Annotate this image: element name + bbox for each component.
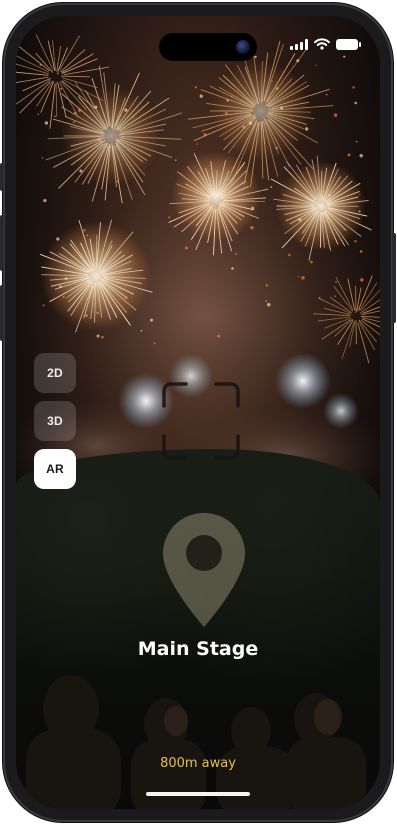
home-indicator[interactable]	[146, 792, 250, 796]
ar-focus-reticle-icon	[162, 382, 240, 460]
crowd-silhouettes	[26, 675, 366, 809]
dynamic-island	[159, 33, 257, 61]
poi-name-label: Main Stage	[137, 638, 259, 660]
wifi-icon	[314, 38, 330, 50]
mode-3d-button[interactable]: 3D	[34, 401, 76, 441]
mode-ar-button[interactable]: AR	[34, 449, 76, 489]
mute-switch	[0, 163, 4, 191]
mode-2d-button[interactable]: 2D	[34, 353, 76, 393]
poi-distance-label: 800m away	[160, 756, 236, 771]
view-mode-toggle: 2D 3D AR	[34, 353, 76, 489]
volume-up-button	[0, 215, 4, 271]
map-pin-icon[interactable]	[161, 511, 247, 629]
camera-lens-icon	[236, 40, 250, 54]
status-bar	[290, 38, 361, 50]
ar-camera-view[interactable]: 2D 3D AR Main Stage 800m away	[16, 16, 380, 809]
volume-down-button	[0, 285, 4, 341]
phone-frame: 2D 3D AR Main Stage 800m away	[0, 5, 396, 820]
signal-icon	[290, 38, 308, 50]
power-button	[392, 233, 396, 323]
battery-icon	[336, 38, 361, 50]
